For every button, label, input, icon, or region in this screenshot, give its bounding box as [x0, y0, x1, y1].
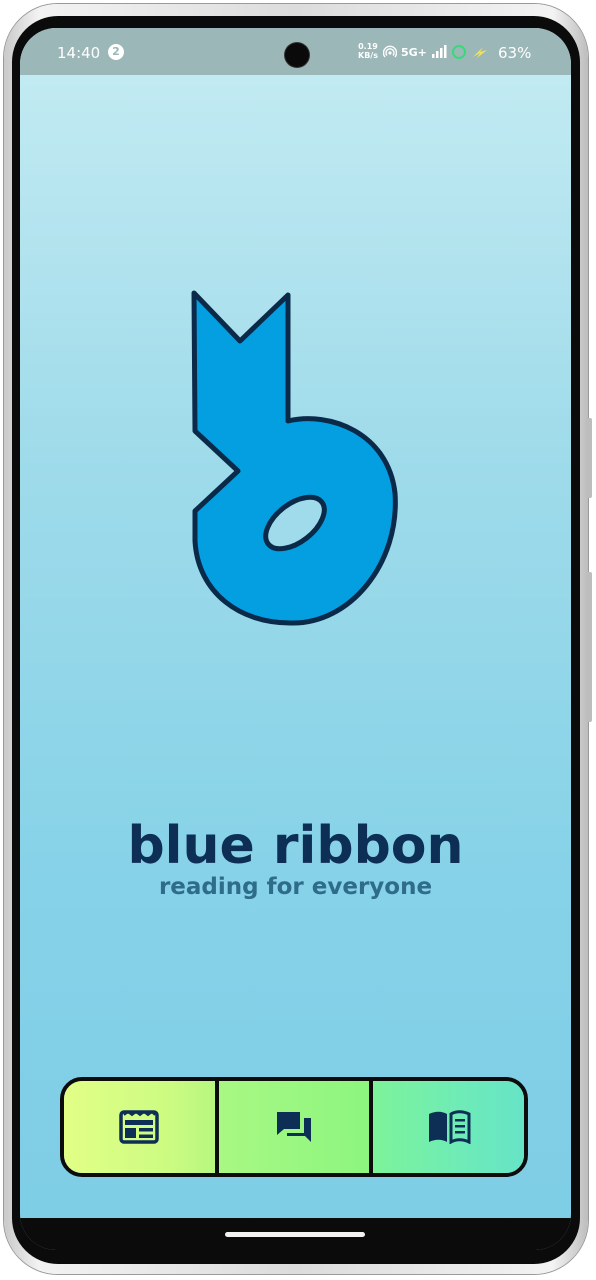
- network-speed: 0.19 KB/s: [358, 42, 378, 60]
- home-indicator[interactable]: [225, 1232, 365, 1237]
- app-tagline: reading for everyone: [158, 874, 433, 900]
- signal-icon: [431, 45, 447, 58]
- nav-chat-button[interactable]: [214, 1081, 370, 1173]
- chat-icon: [277, 1112, 311, 1142]
- front-camera: [285, 43, 309, 67]
- network-speed-unit: KB/s: [358, 51, 378, 60]
- screen: 14:40 2 0.19 KB/s 5G+ 63% blue ribbon re…: [20, 28, 571, 1250]
- battery-charging-icon: [472, 47, 487, 58]
- battery-level: 63%: [498, 44, 532, 62]
- network-type: 5G+: [401, 45, 427, 59]
- nav-read-button[interactable]: [369, 1081, 524, 1173]
- network-speed-value: 0.19: [358, 42, 378, 51]
- newspaper-icon: [119, 1110, 160, 1144]
- notification-badge: 2: [108, 44, 124, 60]
- status-time: 14:40: [57, 44, 101, 62]
- nav-news-button[interactable]: [64, 1081, 215, 1173]
- open-book-icon: [428, 1110, 471, 1144]
- data-saver-icon: [451, 45, 466, 59]
- bottom-nav: [60, 1077, 528, 1177]
- blue-ribbon-logo: [191, 290, 398, 626]
- volume-button: [586, 418, 592, 498]
- power-button: [586, 572, 592, 722]
- status-icons: 5G+: [383, 44, 489, 60]
- hotspot-icon: [383, 45, 397, 58]
- app-title: blue ribbon: [127, 816, 464, 876]
- status-bar: 14:40 2 0.19 KB/s 5G+ 63%: [20, 28, 571, 75]
